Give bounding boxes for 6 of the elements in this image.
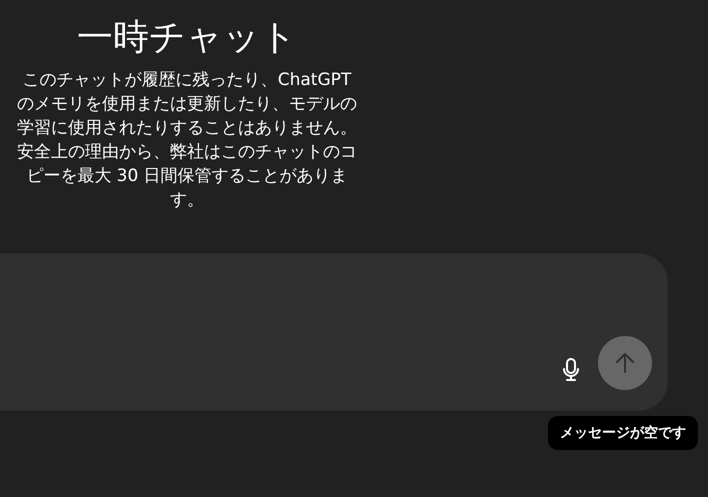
microphone-icon[interactable]: [562, 358, 580, 382]
arrow-up-icon: [615, 352, 635, 374]
page-title: 一時チャット: [77, 16, 297, 60]
message-input[interactable]: [0, 254, 667, 410]
tooltip: メッセージが空です: [548, 416, 698, 450]
privacy-notice: このチャットが履歴に残ったり、ChatGPT のメモリを使用または更新したり、モデルの学習に使用されたりすることはありません。安全上の理由から、弊社はこのチャットのコピーを最大 30 日間保管することがあります。: [17, 69, 357, 212]
